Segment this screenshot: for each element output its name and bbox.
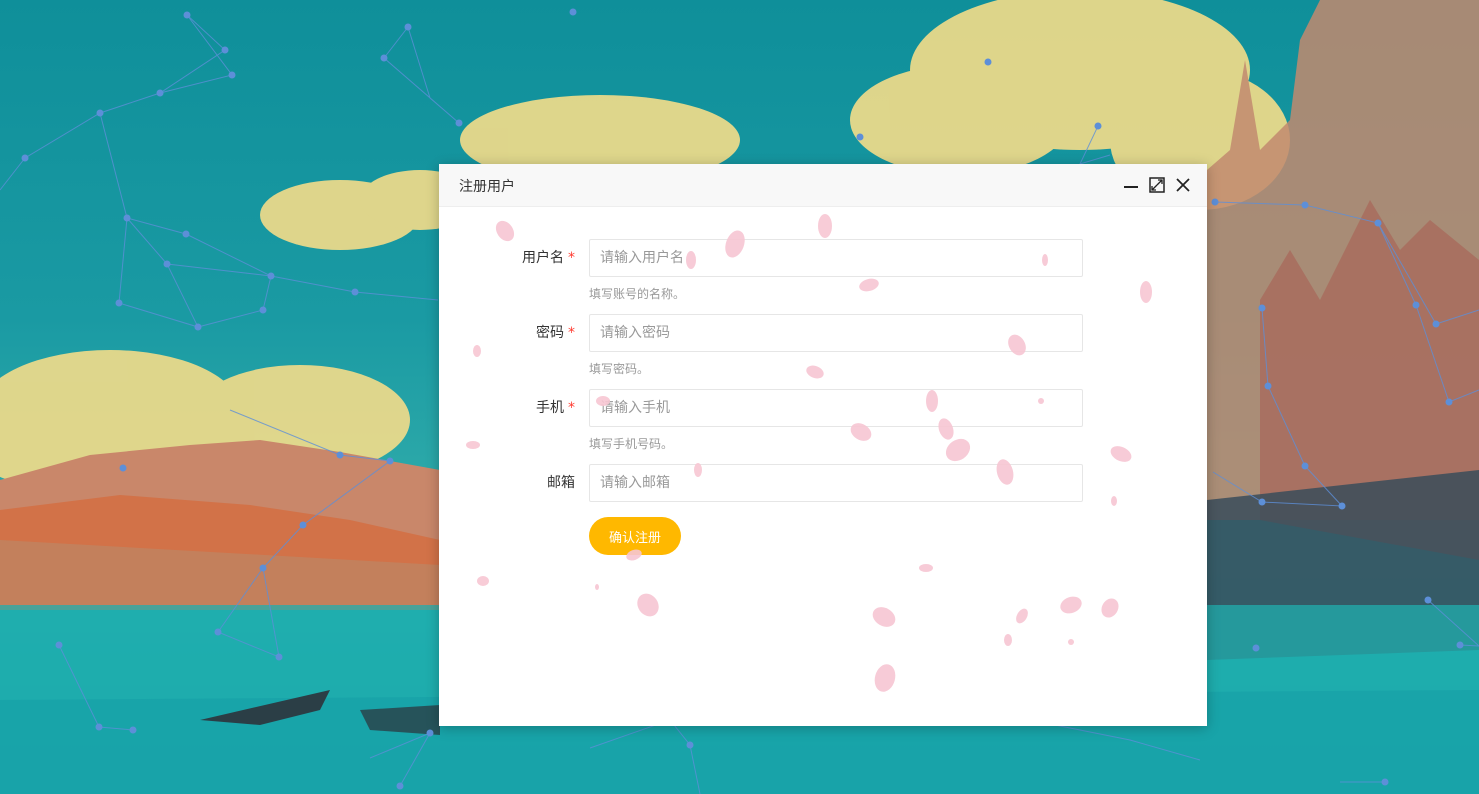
username-hint: 填写账号的名称。 — [589, 287, 686, 301]
required-mark: * — [568, 325, 575, 341]
email-label: 邮箱 — [547, 475, 575, 491]
close-icon[interactable] — [1173, 175, 1193, 195]
phone-input[interactable] — [589, 389, 1083, 427]
password-hint: 填写密码。 — [589, 362, 650, 376]
register-dialog: 注册用户 用户名* 填写账号的名称。 密码* 填写 — [439, 164, 1207, 726]
minimize-icon[interactable] — [1121, 175, 1141, 195]
dialog-header: 注册用户 — [439, 164, 1207, 207]
email-input[interactable] — [589, 464, 1083, 502]
phone-label: 手机 * — [536, 400, 575, 416]
username-input[interactable] — [589, 239, 1083, 277]
maximize-icon[interactable] — [1147, 175, 1167, 195]
password-label: 密码 * — [536, 325, 575, 341]
username-label: 用户名 * — [522, 250, 575, 266]
confirm-register-button[interactable]: 确认注册 — [589, 517, 681, 555]
required-mark: * — [568, 250, 575, 266]
dialog-title: 注册用户 — [459, 179, 515, 195]
required-mark: * — [568, 400, 575, 416]
phone-hint: 填写手机号码。 — [589, 437, 674, 451]
password-input[interactable] — [589, 314, 1083, 352]
